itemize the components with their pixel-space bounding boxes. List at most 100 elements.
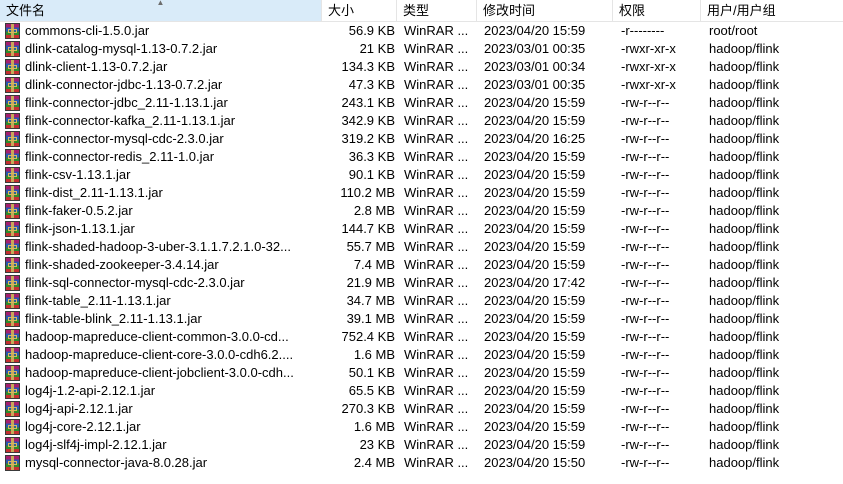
file-modified: 2023/03/01 00:35 [484, 41, 586, 56]
file-size: 47.3 KB [348, 77, 395, 92]
file-permissions: -rw-r--r-- [621, 275, 670, 290]
file-type: WinRAR ... [404, 185, 469, 200]
file-owner: root/root [709, 23, 758, 38]
winrar-archive-icon [5, 149, 20, 165]
file-row[interactable]: log4j-1.2-api-2.12.1.jar 65.5 KB WinRAR ..… [0, 382, 843, 400]
file-row[interactable]: flink-connector-redis_2.11-1.0.jar 36.3 K… [0, 148, 843, 166]
column-header-type-label: 类型 [403, 3, 430, 18]
file-type: WinRAR ... [404, 149, 469, 164]
file-modified: 2023/04/20 15:59 [484, 185, 586, 200]
file-row[interactable]: dlink-catalog-mysql-1.13-0.7.2.jar 21 KB W… [0, 40, 843, 58]
file-row[interactable]: flink-csv-1.13.1.jar 90.1 KB WinRAR ... 202… [0, 166, 843, 184]
file-size: 134.3 KB [341, 59, 396, 74]
file-row[interactable]: flink-dist_2.11-1.13.1.jar 110.2 MB WinRAR… [0, 184, 843, 202]
file-type: WinRAR ... [404, 365, 469, 380]
file-row[interactable]: log4j-api-2.12.1.jar 270.3 KB WinRAR ... 20… [0, 400, 843, 418]
file-row[interactable]: mysql-connector-java-8.0.28.jar 2.4 MB Win… [0, 454, 843, 472]
file-owner: hadoop/flink [709, 59, 780, 74]
file-name: flink-sql-connector-mysql-cdc-2.3.0.jar [25, 275, 245, 290]
file-row[interactable]: flink-faker-0.5.2.jar 2.8 MB WinRAR ... 202… [0, 202, 843, 220]
file-permissions: -rw-r--r-- [621, 401, 670, 416]
file-owner: hadoop/flink [709, 131, 780, 146]
file-row[interactable]: flink-shaded-zookeeper-3.4.14.jar 7.4 MB W… [0, 256, 843, 274]
winrar-archive-icon [5, 167, 20, 183]
file-type: WinRAR ... [404, 95, 469, 110]
file-modified: 2023/04/20 15:59 [484, 95, 586, 110]
file-size: 55.7 MB [346, 239, 395, 254]
file-modified: 2023/04/20 15:59 [484, 23, 586, 38]
file-name: flink-connector-jdbc_2.11-1.13.1.jar [25, 95, 228, 110]
file-row[interactable]: hadoop-mapreduce-client-core-3.0.0-cdh6.… [0, 346, 843, 364]
column-header-type[interactable]: 类型 [397, 0, 477, 21]
winrar-archive-icon [5, 41, 20, 57]
file-row[interactable]: flink-table-blink_2.11-1.13.1.jar 39.1 MB… [0, 310, 843, 328]
winrar-archive-icon [5, 185, 20, 201]
file-row[interactable]: flink-table_2.11-1.13.1.jar 34.7 MB WinRAR… [0, 292, 843, 310]
file-row[interactable]: dlink-connector-jdbc-1.13-0.7.2.jar 47.3 … [0, 76, 843, 94]
column-header-perms[interactable]: 权限 [613, 0, 701, 21]
file-owner: hadoop/flink [709, 383, 780, 398]
file-row[interactable]: flink-sql-connector-mysql-cdc-2.3.0.jar 2… [0, 274, 843, 292]
file-name: hadoop-mapreduce-client-common-3.0.0-cd.… [25, 329, 289, 344]
file-modified: 2023/04/20 15:59 [484, 311, 586, 326]
file-row[interactable]: dlink-client-1.13-0.7.2.jar 134.3 KB WinRA… [0, 58, 843, 76]
file-type: WinRAR ... [404, 59, 469, 74]
winrar-archive-icon [5, 23, 20, 39]
file-modified: 2023/04/20 15:59 [484, 167, 586, 182]
file-modified: 2023/04/20 15:59 [484, 113, 586, 128]
file-owner: hadoop/flink [709, 401, 780, 416]
file-row[interactable]: hadoop-mapreduce-client-jobclient-3.0.0-… [0, 364, 843, 382]
file-permissions: -rw-r--r-- [621, 185, 670, 200]
file-row[interactable]: log4j-core-2.12.1.jar 1.6 MB WinRAR ... 202… [0, 418, 843, 436]
file-row[interactable]: flink-shaded-hadoop-3-uber-3.1.1.7.2.1.0… [0, 238, 843, 256]
file-row[interactable]: commons-cli-1.5.0.jar 56.9 KB WinRAR ... 20… [0, 22, 843, 40]
file-permissions: -rw-r--r-- [621, 203, 670, 218]
file-row[interactable]: flink-connector-mysql-cdc-2.3.0.jar 319.2… [0, 130, 843, 148]
file-type: WinRAR ... [404, 437, 469, 452]
file-permissions: -rw-r--r-- [621, 167, 670, 182]
winrar-archive-icon [5, 59, 20, 75]
winrar-archive-icon [5, 113, 20, 129]
column-header-modified[interactable]: 修改时间 [477, 0, 613, 21]
file-size: 2.8 MB [353, 203, 395, 218]
winrar-archive-icon [5, 437, 20, 453]
column-header-perms-label: 权限 [619, 3, 646, 18]
file-row[interactable]: flink-json-1.13.1.jar 144.7 KB WinRAR ... 2… [0, 220, 843, 238]
winrar-archive-icon [5, 329, 20, 345]
file-owner: hadoop/flink [709, 419, 780, 434]
file-size: 50.1 KB [348, 365, 395, 380]
column-header-size[interactable]: 大小 [322, 0, 397, 21]
file-permissions: -rw-r--r-- [621, 329, 670, 344]
file-owner: hadoop/flink [709, 455, 780, 470]
winrar-archive-icon [5, 275, 20, 291]
file-modified: 2023/04/20 15:59 [484, 347, 586, 362]
file-row[interactable]: log4j-slf4j-impl-2.12.1.jar 23 KB WinRAR .… [0, 436, 843, 454]
file-row[interactable]: flink-connector-kafka_2.11-1.13.1.jar 342… [0, 112, 843, 130]
file-size: 90.1 KB [348, 167, 395, 182]
file-modified: 2023/04/20 17:42 [484, 275, 586, 290]
file-row[interactable]: flink-connector-jdbc_2.11-1.13.1.jar 243.… [0, 94, 843, 112]
file-modified: 2023/04/20 15:50 [484, 455, 586, 470]
column-header-owner[interactable]: 用户/用户组 [701, 0, 843, 21]
file-size: 1.6 MB [353, 419, 395, 434]
file-modified: 2023/04/20 15:59 [484, 401, 586, 416]
file-name: flink-table-blink_2.11-1.13.1.jar [25, 311, 202, 326]
column-header-modified-label: 修改时间 [483, 3, 536, 18]
file-type: WinRAR ... [404, 347, 469, 362]
file-name: hadoop-mapreduce-client-jobclient-3.0.0-… [25, 365, 294, 380]
file-modified: 2023/04/20 15:59 [484, 257, 586, 272]
file-modified: 2023/04/20 15:59 [484, 437, 586, 452]
column-header-name[interactable]: ▲ 文件名 [0, 0, 322, 21]
file-name: flink-csv-1.13.1.jar [25, 167, 131, 182]
file-permissions: -rwxr-xr-x [621, 59, 676, 74]
file-name: dlink-connector-jdbc-1.13-0.7.2.jar [25, 77, 223, 92]
winrar-archive-icon [5, 203, 20, 219]
file-name: flink-shaded-hadoop-3-uber-3.1.1.7.2.1.0… [25, 239, 291, 254]
file-row[interactable]: hadoop-mapreduce-client-common-3.0.0-cd.… [0, 328, 843, 346]
file-type: WinRAR ... [404, 131, 469, 146]
file-name: log4j-1.2-api-2.12.1.jar [25, 383, 156, 398]
file-size: 144.7 KB [341, 221, 396, 236]
file-permissions: -rw-r--r-- [621, 257, 670, 272]
winrar-archive-icon [5, 347, 20, 363]
file-owner: hadoop/flink [709, 293, 780, 308]
